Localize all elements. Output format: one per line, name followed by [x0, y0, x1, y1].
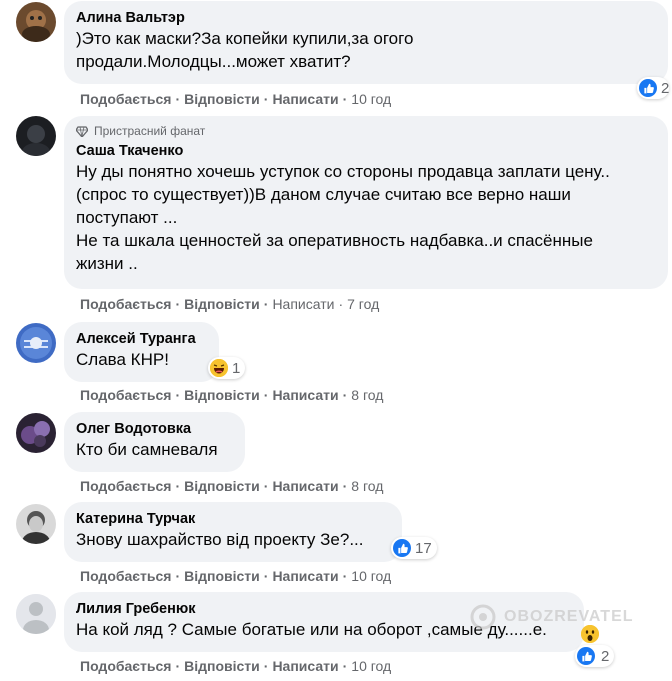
reaction-summary[interactable]: 2	[575, 645, 615, 667]
like-link[interactable]: Подобається	[80, 477, 171, 495]
avatar[interactable]	[16, 594, 56, 634]
comment-author[interactable]: Алина Вальтэр	[76, 9, 656, 27]
avatar[interactable]	[16, 323, 56, 363]
reply-link[interactable]: Відповісти	[184, 657, 260, 675]
comment-time[interactable]: 8 год	[351, 477, 383, 495]
comment-time[interactable]: 7 год	[347, 295, 379, 313]
reply-link[interactable]: Відповісти	[184, 477, 260, 495]
watermark-text: OBOZREVATEL	[504, 608, 634, 625]
like-reaction-icon	[639, 79, 657, 97]
avatar[interactable]	[16, 504, 56, 544]
comment-actions: Подобається · Відповісти · Написати · 8 год	[80, 386, 384, 404]
comment-actions: Подобається · Відповісти · Написати · 10 го…	[80, 90, 392, 108]
reaction-count: 17	[415, 539, 432, 557]
like-link[interactable]: Подобається	[80, 295, 171, 313]
comment-text: )Это как маски?За копейки купили,за огог…	[76, 29, 414, 71]
write-link[interactable]: Написати	[272, 567, 338, 585]
comment-author[interactable]: Алексей Туранга	[76, 330, 207, 348]
fan-badge: Пристрасний фанат	[76, 124, 656, 138]
comment-text: Ну ды понятно хочешь уступок со стороны …	[76, 162, 610, 273]
reply-link[interactable]: Відповісти	[184, 90, 260, 108]
diamond-icon	[76, 125, 88, 137]
avatar[interactable]	[16, 116, 56, 156]
comment-author[interactable]: Катерина Турчак	[76, 510, 390, 528]
reaction-summary[interactable]: 1	[208, 357, 246, 379]
like-reaction-icon	[393, 539, 411, 557]
write-link[interactable]: Написати	[272, 386, 338, 404]
reply-link[interactable]: Відповісти	[184, 386, 260, 404]
avatar[interactable]	[16, 2, 56, 42]
comment-time[interactable]: 10 год	[351, 657, 391, 675]
like-link[interactable]: Подобається	[80, 567, 171, 585]
comment-text: Кто би самневаля	[76, 440, 218, 459]
like-link[interactable]: Подобається	[80, 657, 171, 675]
reply-link[interactable]: Відповісти	[184, 567, 260, 585]
comment-actions: Подобається · Відповісти · Написати · 8 год	[80, 477, 384, 495]
comment-actions: Подобається · Відповісти · Написати · 10 го…	[80, 567, 392, 585]
like-link[interactable]: Подобається	[80, 90, 171, 108]
write-link[interactable]: Написати	[272, 90, 338, 108]
comment-actions: Подобається · Відповісти · Написати · 7 год	[80, 295, 380, 313]
write-link[interactable]: Написати	[272, 477, 338, 495]
comment-actions: Подобається · Відповісти · Написати · 10 го…	[80, 657, 392, 675]
write-link[interactable]: Написати	[272, 657, 338, 675]
comment-time[interactable]: 8 год	[351, 386, 383, 404]
comment-bubble: Пристрасний фанат Саша Ткаченко Ну ды по…	[64, 116, 668, 289]
reaction-count: 1	[232, 359, 241, 377]
comment-bubble: Катерина Турчак Знову шахрайство від про…	[64, 502, 402, 562]
comment-author[interactable]: Саша Ткаченко	[76, 142, 656, 160]
reaction-summary[interactable]: 17	[391, 537, 437, 559]
comment-bubble: Олег Водотовка Кто би самневаля	[64, 412, 245, 472]
reaction-count: 2	[661, 79, 670, 97]
write-link[interactable]: Написати	[272, 295, 334, 313]
reaction-summary[interactable]: 2	[637, 77, 670, 99]
haha-reaction-icon	[210, 359, 228, 377]
comment-text: Слава КНР!	[76, 350, 169, 369]
comment-bubble: Алексей Туранга Слава КНР!	[64, 322, 219, 382]
reaction-count: 2	[601, 647, 610, 665]
comment-author[interactable]: Олег Водотовка	[76, 420, 233, 438]
comment-text: Знову шахрайство від проекту Зе?...	[76, 530, 364, 549]
avatar[interactable]	[16, 413, 56, 453]
watermark: OBOZREVATEL	[470, 604, 634, 630]
like-link[interactable]: Подобається	[80, 386, 171, 404]
watermark-logo-icon	[470, 604, 496, 630]
comment-time[interactable]: 10 год	[351, 567, 391, 585]
comment-bubble: Алина Вальтэр )Это как маски?За копейки …	[64, 1, 668, 84]
badge-label: Пристрасний фанат	[94, 124, 206, 138]
default-avatar-icon	[16, 594, 56, 634]
reply-link[interactable]: Відповісти	[184, 295, 260, 313]
comment-time[interactable]: 10 год	[351, 90, 391, 108]
like-reaction-icon	[577, 647, 595, 665]
